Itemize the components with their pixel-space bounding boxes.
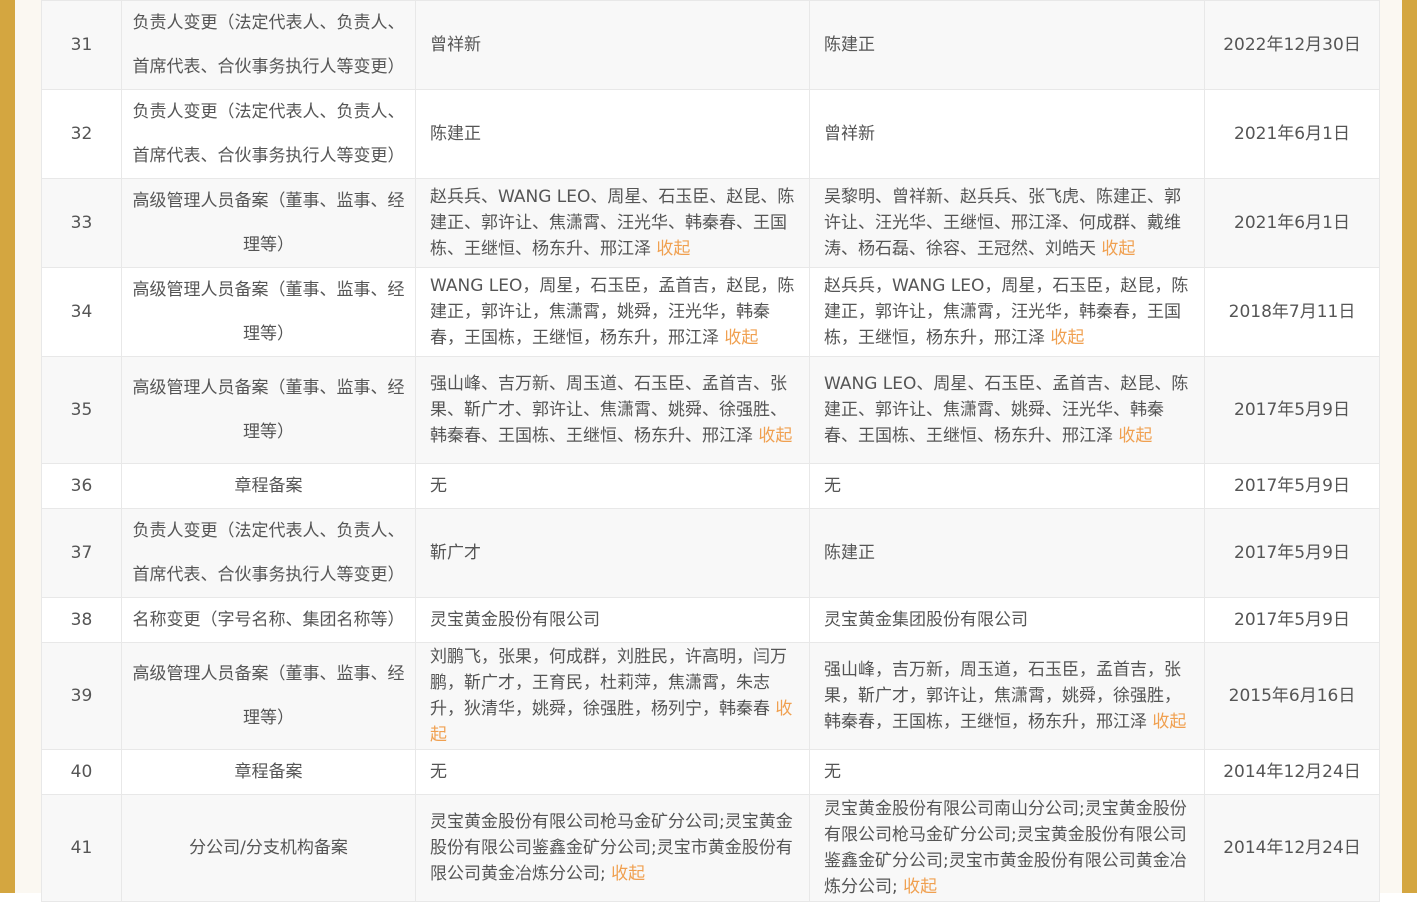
table-row: 36 章程备案 无 无 2017年5月9日	[41, 463, 1380, 509]
row-number: 41	[41, 794, 122, 902]
after-value: WANG LEO、周星、石玉臣、孟首吉、赵昆、陈建正、郭许让、焦潇霄、姚舜、汪光…	[809, 356, 1205, 464]
row-number: 36	[41, 463, 122, 509]
table-row: 35 高级管理人员备案（董事、监事、经理等） 强山峰、吉万新、周玉道、石玉臣、孟…	[41, 356, 1380, 464]
collapse-link[interactable]: 收起	[1050, 328, 1084, 348]
after-value: 无	[809, 749, 1205, 795]
row-number: 34	[41, 267, 122, 357]
after-value: 赵兵兵，WANG LEO，周星，石玉臣，赵昆，陈建正，郭许让，焦潇霄，汪光华，韩…	[809, 267, 1205, 357]
before-text: 赵兵兵、WANG LEO、周星、石玉臣、赵昆、陈建正、郭许让、焦潇霄、汪光华、韩…	[430, 187, 795, 259]
after-value: 无	[809, 463, 1205, 509]
change-date: 2022年12月30日	[1204, 0, 1380, 90]
after-value: 灵宝黄金集团股份有限公司	[809, 597, 1205, 643]
row-number: 33	[41, 178, 122, 268]
after-value: 陈建正	[809, 0, 1205, 90]
row-number: 31	[41, 0, 122, 90]
before-value: 强山峰、吉万新、周玉道、石玉臣、孟首吉、张果、靳广才、郭许让、焦潇霄、姚舜、徐强…	[415, 356, 810, 464]
change-date: 2021年6月1日	[1204, 89, 1380, 179]
change-date: 2017年5月9日	[1204, 597, 1380, 643]
collapse-link[interactable]: 收起	[903, 877, 937, 897]
before-value: 陈建正	[415, 89, 810, 179]
table-row: 39 高级管理人员备案（董事、监事、经理等） 刘鹏飞，张果，何成群，刘胜民，许高…	[41, 642, 1380, 750]
change-date: 2017年5月9日	[1204, 463, 1380, 509]
table-row: 33 高级管理人员备案（董事、监事、经理等） 赵兵兵、WANG LEO、周星、石…	[41, 178, 1380, 268]
after-value: 吴黎明、曾祥新、赵兵兵、张飞虎、陈建正、郭许让、汪光华、王继恒、邢江泽、何成群、…	[809, 178, 1205, 268]
after-text: 强山峰，吉万新，周玉道，石玉臣，孟首吉，张果，靳广才，郭许让，焦潇霄，姚舜，徐强…	[824, 660, 1181, 732]
table-row: 32 负责人变更（法定代表人、负责人、首席代表、合伙事务执行人等变更） 陈建正 …	[41, 89, 1380, 179]
row-number: 40	[41, 749, 122, 795]
before-value: 赵兵兵、WANG LEO、周星、石玉臣、赵昆、陈建正、郭许让、焦潇霄、汪光华、韩…	[415, 178, 810, 268]
change-records-table: 31 负责人变更（法定代表人、负责人、首席代表、合伙事务执行人等变更） 曾祥新 …	[41, 0, 1380, 902]
change-item: 高级管理人员备案（董事、监事、经理等）	[121, 178, 416, 268]
change-date: 2015年6月16日	[1204, 642, 1380, 750]
change-item: 负责人变更（法定代表人、负责人、首席代表、合伙事务执行人等变更）	[121, 508, 416, 598]
collapse-link[interactable]: 收起	[656, 239, 690, 259]
change-date: 2017年5月9日	[1204, 356, 1380, 464]
after-value: 灵宝黄金股份有限公司南山分公司;灵宝黄金股份有限公司枪马金矿分公司;灵宝黄金股份…	[809, 794, 1205, 902]
right-margin	[1379, 0, 1402, 893]
collapse-link[interactable]: 收起	[1152, 712, 1186, 732]
table-row: 40 章程备案 无 无 2014年12月24日	[41, 749, 1380, 795]
collapse-link[interactable]: 收起	[611, 864, 645, 884]
before-value: 无	[415, 463, 810, 509]
left-margin	[15, 0, 41, 893]
change-item: 章程备案	[121, 463, 416, 509]
table-row: 37 负责人变更（法定代表人、负责人、首席代表、合伙事务执行人等变更） 靳广才 …	[41, 508, 1380, 598]
right-gold-border	[1402, 0, 1417, 893]
change-item: 高级管理人员备案（董事、监事、经理等）	[121, 642, 416, 750]
after-value: 曾祥新	[809, 89, 1205, 179]
row-number: 37	[41, 508, 122, 598]
change-item: 名称变更（字号名称、集团名称等）	[121, 597, 416, 643]
before-value: 灵宝黄金股份有限公司枪马金矿分公司;灵宝黄金股份有限公司鉴鑫金矿分公司;灵宝市黄…	[415, 794, 810, 902]
collapse-link[interactable]: 收起	[1118, 426, 1152, 446]
left-gold-border	[0, 0, 15, 893]
change-date: 2018年7月11日	[1204, 267, 1380, 357]
after-value: 陈建正	[809, 508, 1205, 598]
before-text: 强山峰、吉万新、周玉道、石玉臣、孟首吉、张果、靳广才、郭许让、焦潇霄、姚舜、徐强…	[430, 374, 787, 446]
table-row: 31 负责人变更（法定代表人、负责人、首席代表、合伙事务执行人等变更） 曾祥新 …	[41, 0, 1380, 90]
after-text: 赵兵兵，WANG LEO，周星，石玉臣，赵昆，陈建正，郭许让，焦潇霄，汪光华，韩…	[824, 276, 1189, 348]
change-item: 负责人变更（法定代表人、负责人、首席代表、合伙事务执行人等变更）	[121, 89, 416, 179]
row-number: 35	[41, 356, 122, 464]
change-date: 2021年6月1日	[1204, 178, 1380, 268]
before-value: 刘鹏飞，张果，何成群，刘胜民，许高明，闫万鹏，靳广才，王育民，杜莉萍，焦潇霄，朱…	[415, 642, 810, 750]
collapse-link[interactable]: 收起	[724, 328, 758, 348]
before-value: 灵宝黄金股份有限公司	[415, 597, 810, 643]
table-row: 38 名称变更（字号名称、集团名称等） 灵宝黄金股份有限公司 灵宝黄金集团股份有…	[41, 597, 1380, 643]
before-value: 靳广才	[415, 508, 810, 598]
change-date: 2017年5月9日	[1204, 508, 1380, 598]
change-date: 2014年12月24日	[1204, 794, 1380, 902]
row-number: 32	[41, 89, 122, 179]
before-value: 无	[415, 749, 810, 795]
collapse-link[interactable]: 收起	[1101, 239, 1135, 259]
change-date: 2014年12月24日	[1204, 749, 1380, 795]
row-number: 38	[41, 597, 122, 643]
change-item: 负责人变更（法定代表人、负责人、首席代表、合伙事务执行人等变更）	[121, 0, 416, 90]
after-value: 强山峰，吉万新，周玉道，石玉臣，孟首吉，张果，靳广才，郭许让，焦潇霄，姚舜，徐强…	[809, 642, 1205, 750]
before-value: WANG LEO，周星，石玉臣，孟首吉，赵昆，陈建正，郭许让，焦潇霄，姚舜，汪光…	[415, 267, 810, 357]
change-item: 章程备案	[121, 749, 416, 795]
before-value: 曾祥新	[415, 0, 810, 90]
table-row: 34 高级管理人员备案（董事、监事、经理等） WANG LEO，周星，石玉臣，孟…	[41, 267, 1380, 357]
before-text: 刘鹏飞，张果，何成群，刘胜民，许高明，闫万鹏，靳广才，王育民，杜莉萍，焦潇霄，朱…	[430, 647, 787, 719]
table-row: 41 分公司/分支机构备案 灵宝黄金股份有限公司枪马金矿分公司;灵宝黄金股份有限…	[41, 794, 1380, 902]
change-item: 分公司/分支机构备案	[121, 794, 416, 902]
change-records-table-wrapper: 31 负责人变更（法定代表人、负责人、首席代表、合伙事务执行人等变更） 曾祥新 …	[41, 0, 1380, 902]
after-text: 灵宝黄金股份有限公司南山分公司;灵宝黄金股份有限公司枪马金矿分公司;灵宝黄金股份…	[824, 799, 1187, 897]
change-item: 高级管理人员备案（董事、监事、经理等）	[121, 356, 416, 464]
collapse-link[interactable]: 收起	[758, 426, 792, 446]
row-number: 39	[41, 642, 122, 750]
change-item: 高级管理人员备案（董事、监事、经理等）	[121, 267, 416, 357]
